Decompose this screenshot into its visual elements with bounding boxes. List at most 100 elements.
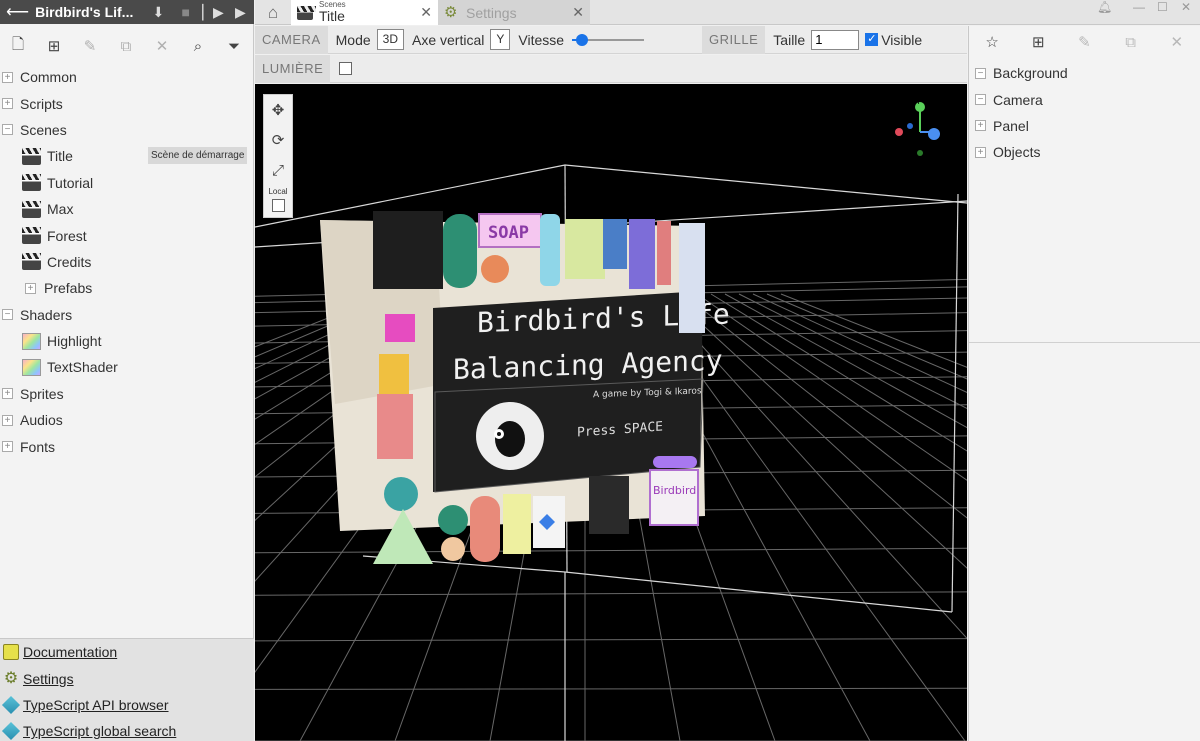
light-checkbox[interactable]	[339, 62, 353, 75]
size-label: Taille	[773, 31, 806, 48]
arrow-left-icon[interactable]: ⟵	[0, 2, 35, 22]
api-browser-link[interactable]: TypeScript API browser	[23, 697, 169, 713]
tab-title[interactable]: Scenes Title ✕	[291, 0, 438, 25]
gizmo-y-label: Y	[915, 97, 921, 106]
mode-toggle-button[interactable]: 3D	[376, 29, 404, 50]
tree-folder-scripts[interactable]: + Scripts	[0, 90, 254, 116]
collapse-icon[interactable]: −	[975, 67, 986, 79]
soap-text: SOAP	[488, 223, 529, 243]
link-api-browser: TypeScript API browser	[0, 692, 254, 718]
cube-icon	[1, 722, 21, 741]
actor-background[interactable]: − Background	[969, 60, 1200, 86]
tree-shader-highlight[interactable]: Highlight	[0, 328, 254, 354]
floor-grid-line	[696, 293, 967, 481]
mode-label: Mode	[335, 31, 371, 48]
maximize-icon[interactable]: ☐	[1157, 0, 1168, 14]
floor-grid-line	[724, 293, 967, 429]
expand-icon[interactable]: +	[2, 414, 13, 426]
grid-size-input[interactable]	[811, 29, 860, 50]
collapse-icon[interactable]: −	[2, 124, 13, 136]
tab-bar: ⌂ Scenes Title ✕ ⚙ Settings ✕ 🔔︎ — ☐ ✕	[255, 0, 1200, 25]
scene-viewport[interactable]: Birdbird's Life Balancing Agency A game …	[255, 84, 967, 741]
tree-scene-credits[interactable]: Credits	[0, 249, 254, 275]
collapse-icon[interactable]: −	[2, 309, 13, 321]
asset-tree: + Common + Scripts − Scenes Title Scène …	[0, 64, 254, 460]
rename-icon[interactable]: ✎	[1064, 33, 1104, 51]
bell-icon[interactable]: 🔔︎	[1097, 0, 1112, 14]
tree-scene-title[interactable]: Title Scène de démarrage	[0, 143, 254, 169]
download-icon[interactable]: ⬇	[145, 4, 172, 21]
documentation-icon	[3, 644, 19, 661]
bag-sprite	[373, 211, 443, 289]
play-icon[interactable]: ▶	[227, 4, 254, 21]
grid-visible-checkbox[interactable]	[865, 32, 879, 46]
tree-scene-forest[interactable]: Forest	[0, 222, 254, 248]
comb-sprite	[377, 394, 413, 459]
global-search-link[interactable]: TypeScript global search	[23, 723, 176, 739]
expand-icon[interactable]: +	[975, 146, 986, 158]
tab-settings[interactable]: ⚙ Settings ✕	[438, 0, 590, 25]
scene-tree-panel: ☆ ⊞ ✎ ⧉ ✕ − Background − Camera + Panel …	[968, 26, 1200, 741]
expand-icon[interactable]: +	[975, 120, 986, 132]
rename-icon[interactable]: ✎	[72, 32, 108, 60]
expand-icon[interactable]: +	[2, 441, 13, 453]
expand-icon[interactable]: +	[2, 98, 13, 110]
tree-folder-shaders[interactable]: − Shaders	[0, 302, 254, 328]
expand-icon[interactable]: +	[2, 71, 13, 83]
visible-label: Visible	[881, 31, 923, 48]
cube-icon	[1, 695, 21, 715]
speed-label: Vitesse	[518, 31, 565, 48]
expand-icon[interactable]: +	[2, 388, 13, 400]
scene-icon	[297, 5, 316, 20]
slider-knob[interactable]	[575, 33, 588, 46]
collapse-icon[interactable]: −	[975, 94, 986, 106]
new-folder-icon[interactable]: ⊞	[36, 32, 72, 60]
close-icon[interactable]: ✕	[572, 4, 584, 21]
move-icon[interactable]: ✥	[264, 95, 292, 125]
documentation-link[interactable]: Documentation	[23, 644, 117, 660]
duplicate-icon[interactable]: ⧉	[1111, 34, 1151, 51]
grid-section-label: GRILLE	[702, 25, 766, 54]
tree-folder-fonts[interactable]: + Fonts	[0, 433, 254, 459]
actor-panel[interactable]: + Panel	[969, 113, 1200, 139]
step-play-icon[interactable]: ▏▶	[199, 4, 226, 21]
floor-grid-line	[255, 638, 967, 642]
local-checkbox[interactable]	[271, 198, 285, 212]
scene-icon	[22, 227, 41, 245]
delete-icon[interactable]: ✕	[1157, 33, 1197, 51]
expand-icon[interactable]: +	[25, 282, 36, 294]
local-label: Local	[268, 187, 288, 196]
new-asset-icon[interactable]: 🗋	[0, 32, 36, 60]
settings-link[interactable]: Settings	[23, 671, 74, 687]
left-panel: ⟵ Birdbird's Lif... ⬇ ■ ▏▶ ▶ 🗋 ⊞ ✎ ⧉ ✕ ⌕…	[0, 0, 254, 741]
scale-icon[interactable]: ⤢	[264, 155, 292, 185]
tree-folder-common[interactable]: + Common	[0, 64, 254, 90]
vertical-axis-button[interactable]: Y	[490, 29, 511, 50]
filter-icon[interactable]: ⏷	[216, 32, 252, 60]
link-settings: ⚙ Settings	[0, 665, 254, 691]
delete-icon[interactable]: ✕	[144, 32, 180, 60]
actor-objects[interactable]: + Objects	[969, 139, 1200, 165]
home-icon[interactable]: ⌂	[255, 0, 291, 25]
new-prefab-icon[interactable]: ⊞	[1018, 33, 1058, 51]
rotate-icon[interactable]: ⟳	[264, 125, 292, 155]
shader-icon	[22, 358, 41, 376]
tree-scene-max[interactable]: Max	[0, 196, 254, 222]
project-header: ⟵ Birdbird's Lif... ⬇ ■ ▏▶ ▶	[0, 0, 254, 24]
new-actor-icon[interactable]: ☆	[972, 33, 1012, 51]
tree-shader-textshader[interactable]: TextShader	[0, 354, 254, 380]
search-icon[interactable]: ⌕	[180, 32, 216, 60]
minimize-icon[interactable]: —	[1133, 0, 1145, 14]
tree-folder-audios[interactable]: + Audios	[0, 407, 254, 433]
stop-icon[interactable]: ■	[172, 4, 199, 20]
actor-camera[interactable]: − Camera	[969, 86, 1200, 112]
tree-scene-tutorial[interactable]: Tutorial	[0, 170, 254, 196]
window-close-icon[interactable]: ✕	[1181, 0, 1191, 14]
close-icon[interactable]: ✕	[420, 4, 432, 21]
tree-folder-scenes[interactable]: − Scenes	[0, 117, 254, 143]
floor-grid-line	[255, 547, 967, 554]
speed-slider[interactable]	[572, 30, 645, 50]
tree-folder-prefabs[interactable]: + Prefabs	[0, 275, 254, 301]
duplicate-icon[interactable]: ⧉	[108, 32, 144, 60]
tree-folder-sprites[interactable]: + Sprites	[0, 381, 254, 407]
